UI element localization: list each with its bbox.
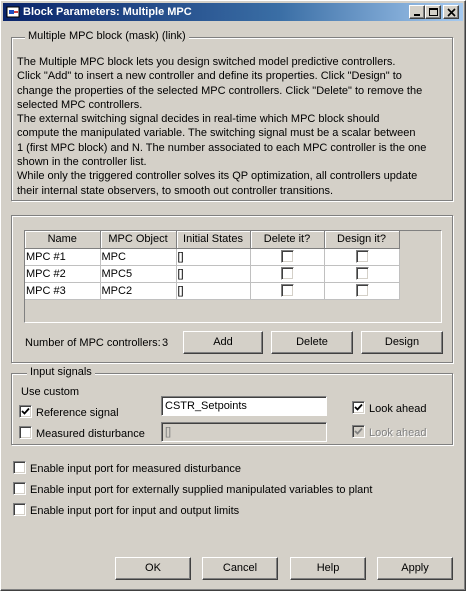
title-bar[interactable]: Block Parameters: Multiple MPC [3,3,463,21]
cell-initial-states[interactable]: [] [176,248,251,266]
look-ahead-ref-checkbox[interactable] [352,401,365,414]
input-signals-legend: Input signals [27,366,95,379]
cell-design-it [324,248,400,266]
cell-name[interactable]: MPC #3 [25,282,101,300]
add-button[interactable]: Add [183,331,263,354]
mv-port-label: Enable input port for externally supplie… [30,484,373,496]
window-title: Block Parameters: Multiple MPC [23,6,192,18]
cell-name[interactable]: MPC #2 [25,265,101,283]
look-ahead-md-option: Look ahead [352,425,427,440]
measured-disturbance-checkbox[interactable] [19,426,32,439]
description-line: While only the triggered controller solv… [17,170,418,183]
cell-mpc-object[interactable]: MPC5 [100,265,177,283]
cell-mpc-object[interactable]: MPC2 [100,282,177,300]
cell-delete-it [250,248,325,266]
limits-port-label: Enable input port for input and output l… [30,505,240,517]
look-ahead-ref-label: Look ahead [369,403,427,415]
table-row: MPC #1 MPC [] [25,248,400,266]
description-line: 1 (first MPC block) and N. The number as… [17,141,427,154]
design-it-checkbox[interactable] [355,250,369,263]
close-button[interactable] [443,5,459,19]
cell-mpc-object[interactable]: MPC [100,248,177,266]
apply-button[interactable]: Apply [377,557,453,580]
delete-it-checkbox[interactable] [281,284,294,297]
cell-name[interactable]: MPC #1 [25,248,101,266]
column-header-name[interactable]: Name [25,231,101,249]
description-line: compute the manipulated variable. The sw… [17,127,416,140]
column-header-design-it[interactable]: Design it? [324,231,400,249]
cell-initial-states[interactable]: [] [176,265,251,283]
help-button[interactable]: Help [290,557,366,580]
mv-port-option[interactable]: Enable input port for externally supplie… [13,482,372,497]
measured-disturbance-option[interactable]: Measured disturbance [19,426,145,441]
simulink-block-icon [6,5,20,19]
cell-design-it [324,282,400,300]
maximize-button[interactable] [425,5,441,19]
measured-disturbance-label: Measured disturbance [36,428,145,440]
look-ahead-md-checkbox [352,425,365,438]
delete-it-checkbox[interactable] [281,267,294,280]
look-ahead-ref-option[interactable]: Look ahead [352,401,427,416]
design-it-checkbox[interactable] [355,267,369,280]
description-line: change the properties of the selected MP… [17,84,423,97]
cell-design-it [324,265,400,283]
limits-port-option[interactable]: Enable input port for input and output l… [13,503,239,518]
mv-port-checkbox[interactable] [13,482,26,495]
column-header-initial-states[interactable]: Initial States [176,231,251,249]
design-button[interactable]: Design [361,331,443,354]
mask-group-legend: Multiple MPC block (mask) (link) [25,30,189,43]
use-custom-label: Use custom [21,386,80,398]
ok-button[interactable]: OK [115,557,191,580]
column-header-mpc-object[interactable]: MPC Object [100,231,177,249]
description-line: selected MPC controllers. [17,98,143,111]
controller-count-value: 3 [162,337,169,349]
description-line: their internal state observers, to smoot… [17,184,334,197]
minimize-button[interactable] [409,5,425,19]
dialog-window: Block Parameters: Multiple MPC Multiple … [0,0,466,591]
controller-count-label: Number of MPC controllers: [25,337,161,349]
delete-it-checkbox[interactable] [281,250,294,263]
description-line: Click "Add" to insert a new controller a… [17,70,402,83]
table-header-row: Name MPC Object Initial States Delete it… [25,231,400,249]
cell-delete-it [250,282,325,300]
table-row: MPC #2 MPC5 [] [25,265,400,283]
measured-disturbance-input: [] [161,422,327,442]
design-it-checkbox[interactable] [355,284,369,297]
controllers-table[interactable]: Name MPC Object Initial States Delete it… [24,230,442,323]
md-port-option[interactable]: Enable input port for measured disturban… [13,461,241,476]
description-line: The Multiple MPC block lets you design s… [17,56,396,68]
reference-signal-checkbox[interactable] [19,405,32,418]
md-port-checkbox[interactable] [13,461,26,474]
cell-initial-states[interactable]: [] [176,282,251,300]
column-header-delete-it[interactable]: Delete it? [250,231,325,249]
description-line: The external switching signal decides in… [17,113,380,126]
look-ahead-md-label: Look ahead [369,427,427,439]
description-line: shown in the controller list. [17,156,147,169]
mask-description: The Multiple MPC block lets you design s… [17,55,453,198]
delete-button[interactable]: Delete [271,331,353,354]
reference-signal-input[interactable]: CSTR_Setpoints [161,396,327,416]
reference-signal-option[interactable]: Reference signal [19,405,119,420]
table-row: MPC #3 MPC2 [] [25,282,400,300]
cell-delete-it [250,265,325,283]
reference-signal-label: Reference signal [36,407,119,419]
md-port-label: Enable input port for measured disturban… [30,463,241,475]
cancel-button[interactable]: Cancel [202,557,278,580]
limits-port-checkbox[interactable] [13,503,26,516]
